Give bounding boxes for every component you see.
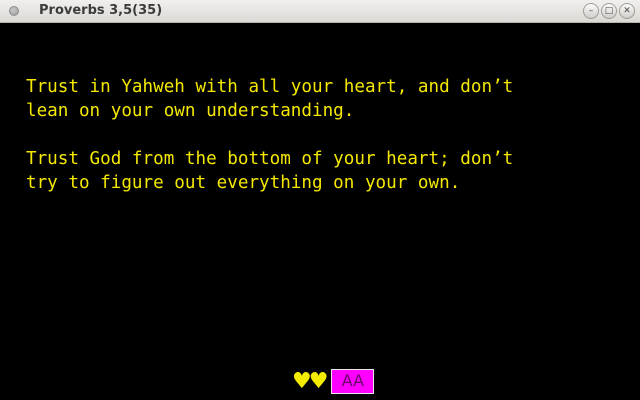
close-button[interactable]: ✕: [619, 3, 635, 19]
maximize-button[interactable]: □: [601, 3, 617, 19]
app-window: Proverbs 3,5(35) – □ ✕ Trust in Yahweh w…: [0, 0, 640, 400]
verse-text-2: Trust God from the bottom of your heart;…: [26, 149, 514, 193]
bottom-toolbar: ♥♥ AA: [292, 369, 375, 394]
minimize-button[interactable]: –: [583, 3, 599, 19]
app-menu-icon[interactable]: [9, 6, 19, 16]
window-title: Proverbs 3,5(35): [39, 3, 163, 18]
verse-area: Trust in Yahweh with all your heart, and…: [0, 23, 640, 400]
hearts-icon[interactable]: ♥♥: [292, 369, 328, 394]
title-bar[interactable]: Proverbs 3,5(35) – □ ✕: [0, 0, 640, 23]
font-size-button[interactable]: AA: [331, 369, 375, 394]
verse-text-1: Trust in Yahweh with all your heart, and…: [26, 77, 514, 121]
window-controls: – □ ✕: [583, 3, 635, 19]
